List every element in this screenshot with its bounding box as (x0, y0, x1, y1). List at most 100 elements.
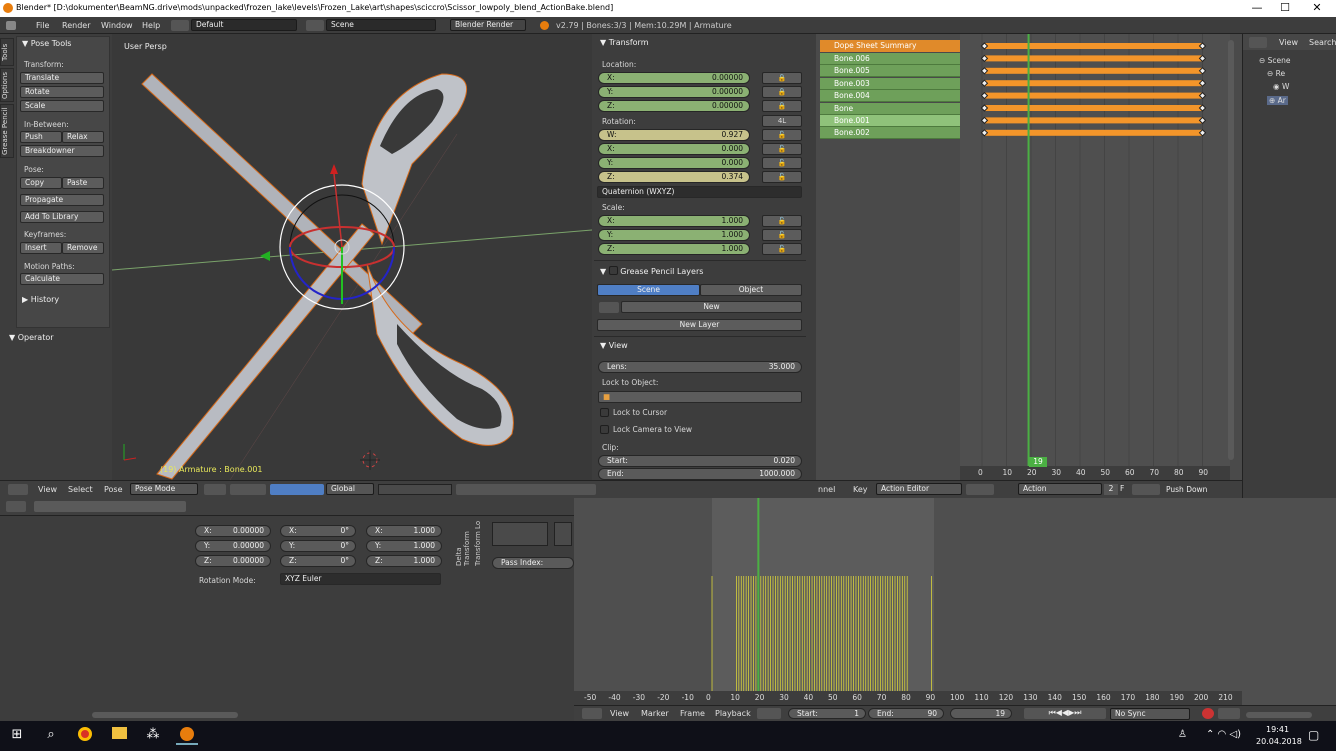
gp-pencil-icon[interactable] (599, 302, 619, 313)
transform-locks-label[interactable]: Transform Lo (474, 516, 482, 566)
breakdowner-button[interactable]: Breakdowner (20, 145, 104, 157)
channel-row[interactable]: Bone.006 (820, 53, 960, 65)
3d-cursor-icon[interactable] (360, 450, 380, 470)
lens-field[interactable]: Lens: 35.000 (598, 361, 802, 373)
lock-to-cursor-checkbox[interactable] (600, 408, 609, 417)
menu-render[interactable]: Render (62, 21, 90, 30)
gp-object-tab[interactable]: Object (700, 284, 802, 296)
action-new-icon[interactable] (1132, 484, 1160, 495)
scl-field[interactable]: Y: 1.000 (366, 540, 442, 552)
scissor-mesh[interactable] (141, 73, 514, 480)
scene-dropdown[interactable]: Scene (326, 19, 436, 31)
outliner-item-render[interactable]: ⊖ Re (1267, 69, 1285, 78)
scl-field[interactable]: X: 1.000 (366, 525, 442, 537)
gp-new-layer-button[interactable]: New Layer (597, 319, 802, 331)
dopesheet-menu-channel[interactable]: nnel (818, 485, 835, 494)
close-button[interactable]: ✕ (1302, 1, 1332, 14)
rotation-4l-toggle[interactable]: 4L (762, 115, 802, 127)
menu-help[interactable]: Help (142, 21, 160, 30)
3d-viewport[interactable]: User Persp (19) Armature : Bone.001 (112, 34, 592, 480)
grease-pencil-checkbox[interactable] (608, 266, 618, 275)
euler-mode-dropdown[interactable]: XYZ Euler (280, 573, 441, 585)
add-to-library-button[interactable]: Add To Library (20, 211, 104, 223)
rotation-mode-dropdown[interactable]: Quaternion (WXYZ) (597, 186, 802, 198)
timeline-scrollbar[interactable] (1246, 712, 1312, 718)
operator-header[interactable]: ▼ Operator (9, 333, 54, 342)
propagate-button[interactable]: Propagate (20, 194, 104, 206)
rot-field[interactable]: Y: 0° (280, 540, 356, 552)
channel-row[interactable]: Bone (820, 102, 960, 115)
outliner-item-armature[interactable]: ⊕ Ar (1267, 96, 1288, 105)
action-users-count[interactable]: 2 (1104, 484, 1118, 495)
clip-end-field[interactable]: End: 1000.000 (598, 468, 802, 480)
notification-icon[interactable]: ▢ (1308, 728, 1319, 742)
tray-icons[interactable]: ⌃ ◠ ◁) (1206, 729, 1241, 740)
properties-scrollbar[interactable] (92, 712, 238, 718)
blender-taskbar-icon[interactable] (176, 727, 198, 745)
lock-rotation-w-icon[interactable]: 🔓 (762, 129, 802, 141)
properties-type-icon[interactable] (6, 501, 26, 512)
rotation-w-field[interactable]: W: 0.927 (598, 129, 750, 141)
lock-rotation-z-icon[interactable]: 🔓 (762, 171, 802, 183)
lock-location-x-icon[interactable]: 🔒 (762, 72, 802, 84)
calculate-button[interactable]: Calculate (20, 273, 104, 285)
layers-grid-prop-2[interactable] (554, 522, 572, 546)
snap-and-render-icons[interactable] (456, 484, 596, 495)
viewport-menu-select[interactable]: Select (68, 485, 93, 494)
end-frame-field[interactable]: End: 90 (868, 708, 944, 719)
lock-to-object-field[interactable]: ■ (598, 391, 802, 403)
transform-panel-header[interactable]: ▼ Transform (600, 38, 649, 47)
lock-scale-y-icon[interactable]: 🔓 (762, 229, 802, 241)
action-name-field[interactable]: Action (1018, 483, 1102, 495)
minimize-button[interactable]: — (1242, 1, 1272, 14)
layout-icon[interactable] (171, 20, 189, 31)
channel-row[interactable]: Bone.003 (820, 77, 960, 90)
rotation-y-field[interactable]: Y: 0.000 (598, 157, 750, 169)
push-down-button[interactable]: Push Down (1166, 485, 1207, 494)
rotation-z-field[interactable]: Z: 0.374 (598, 171, 750, 183)
start-windows-icon[interactable]: ⊞ (6, 727, 28, 745)
editor-type-icon[interactable] (8, 484, 28, 495)
manipulator-icons[interactable] (270, 484, 324, 495)
scene-icon[interactable] (306, 20, 324, 31)
lock-scale-x-icon[interactable]: 🔓 (762, 215, 802, 227)
rotate-button[interactable]: Rotate (20, 86, 104, 98)
outliner-type-icon[interactable] (1249, 37, 1267, 48)
view-panel-header[interactable]: ▼ View (600, 341, 628, 350)
channel-row[interactable]: Bone.001 (820, 115, 960, 127)
lock-location-z-icon[interactable]: 🔒 (762, 100, 802, 112)
channel-summary[interactable]: Dope Sheet Summary (820, 40, 960, 52)
shading-icon[interactable] (204, 484, 226, 495)
layout-dropdown[interactable]: Default (191, 19, 297, 31)
scale-z-field[interactable]: Z: 1.000 (598, 243, 750, 255)
gp-scene-tab[interactable]: Scene (597, 284, 700, 296)
rot-field[interactable]: X: 0° (280, 525, 356, 537)
paste-pose-button[interactable]: Paste (62, 177, 104, 189)
loc-field[interactable]: X: 0.00000 (195, 525, 271, 537)
remove-keyframe-button[interactable]: Remove (62, 242, 104, 254)
current-frame-indicator[interactable]: 19 (1029, 457, 1047, 467)
scale-x-field[interactable]: X: 1.000 (598, 215, 750, 227)
copy-pose-button[interactable]: Copy (20, 177, 62, 189)
viewport-menu-view[interactable]: View (38, 485, 57, 494)
outliner-item-world[interactable]: ◉ W (1273, 82, 1289, 91)
menu-file[interactable]: File (36, 21, 49, 30)
auto-keying-icon[interactable] (1202, 708, 1214, 719)
insert-keyframe-button[interactable]: Insert (20, 242, 62, 254)
current-frame-field[interactable]: 19 (950, 708, 1012, 719)
location-z-field[interactable]: Z: 0.00000 (598, 100, 750, 112)
chrome-icon[interactable] (74, 727, 96, 745)
pivot-icon[interactable] (230, 484, 266, 495)
clock-date[interactable]: 20.04.2018 (1256, 737, 1302, 746)
start-frame-field[interactable]: Start: 1 (788, 708, 866, 719)
history-header[interactable]: ▶ History (22, 295, 59, 304)
properties-context-tabs[interactable] (34, 501, 186, 512)
channel-row[interactable]: Bone.004 (820, 90, 960, 103)
location-x-field[interactable]: X: 0.00000 (598, 72, 750, 84)
preview-range-icon[interactable] (757, 708, 781, 719)
search-icon[interactable]: ⌕ (40, 727, 62, 745)
render-engine-dropdown[interactable]: Blender Render (450, 19, 526, 31)
timeline-menu-view[interactable]: View (610, 709, 629, 718)
dopesheet-menu-key[interactable]: Key (853, 485, 868, 494)
lock-rotation-x-icon[interactable]: 🔓 (762, 143, 802, 155)
